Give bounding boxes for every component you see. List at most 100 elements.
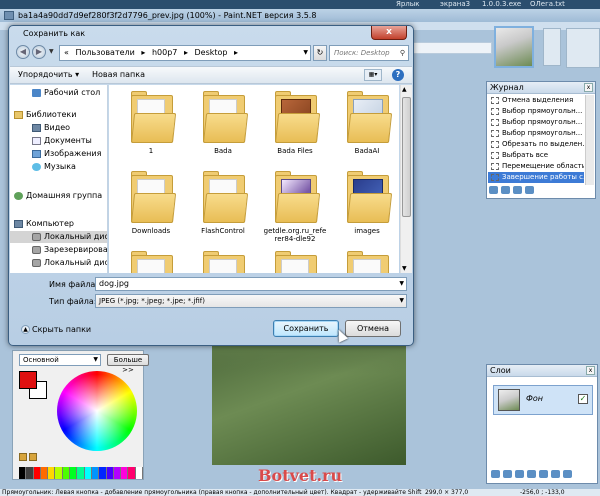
undo-icon[interactable]	[501, 186, 510, 194]
nav-item-libraries[interactable]: Библиотеки	[10, 109, 107, 121]
palette-more-button[interactable]: Больше >>	[107, 354, 149, 374]
image-tab-arrows[interactable]	[543, 28, 561, 66]
color-swatch[interactable]	[19, 467, 27, 479]
file-tile[interactable]: BadaAI	[333, 87, 399, 167]
color-swatch[interactable]	[26, 467, 34, 479]
merge-layer-icon[interactable]	[527, 470, 536, 478]
breadcrumb-item[interactable]: h00p7	[152, 48, 177, 57]
history-item[interactable]: Отмена выделения	[488, 95, 584, 106]
close-icon[interactable]: x	[584, 83, 593, 92]
file-tile[interactable]	[189, 247, 257, 273]
breadcrumb-separator[interactable]: ▸	[184, 48, 188, 57]
forward-button[interactable]: ▶	[32, 45, 46, 59]
scrollbar-thumb[interactable]	[402, 97, 411, 217]
nav-item-video[interactable]: Видео	[10, 122, 107, 134]
history-item[interactable]: Выбор прямоугольн...	[488, 117, 584, 128]
nav-item-documents[interactable]: Документы	[10, 135, 107, 147]
rewind-icon[interactable]	[489, 186, 498, 194]
file-name-input[interactable]: dog.jpg ▼	[95, 277, 407, 291]
nav-item-reserved[interactable]: Зарезервировано	[10, 244, 107, 256]
new-folder-button[interactable]: Новая папка	[92, 67, 145, 83]
breadcrumb-item[interactable]: Пользователи	[75, 48, 134, 57]
chevron-down-icon[interactable]: ▼	[399, 278, 404, 290]
color-swatch[interactable]	[33, 467, 41, 479]
layer-visibility-checkbox[interactable]: ✓	[578, 394, 588, 404]
history-item[interactable]: Выбор прямоугольн...	[488, 106, 584, 117]
search-input[interactable]: Поиск: Desktop ⚲	[329, 45, 409, 61]
file-type-select[interactable]: JPEG (*.jpg; *.jpeg; *.jpe; *.jfif) ▼	[95, 294, 407, 308]
add-layer-icon[interactable]	[491, 470, 500, 478]
paintnet-toolbar[interactable]	[412, 42, 492, 54]
color-swatch[interactable]	[70, 467, 78, 479]
nav-item-homegroup[interactable]: Домашняя группа	[10, 190, 107, 202]
color-swatch[interactable]	[40, 467, 49, 479]
color-swatch[interactable]	[62, 467, 71, 479]
address-bar[interactable]: « Пользователи ▸ h00p7 ▸ Desktop ▸ ▼	[59, 45, 311, 61]
color-wheel[interactable]	[57, 371, 137, 451]
move-down-icon[interactable]	[551, 470, 560, 478]
image-tab-thumbnail-secondary[interactable]	[566, 28, 600, 68]
hide-folders-toggle[interactable]: ▲ Скрыть папки	[21, 325, 91, 334]
delete-layer-icon[interactable]	[503, 470, 512, 478]
breadcrumb-separator[interactable]: ▸	[234, 48, 238, 57]
properties-icon[interactable]	[563, 470, 572, 478]
layer-row[interactable]: Фон ✓	[493, 385, 593, 415]
color-swatch[interactable]	[106, 467, 114, 479]
dialog-close-button[interactable]: x	[371, 26, 407, 40]
history-scrollbar[interactable]	[585, 95, 594, 185]
desktop-shortcut[interactable]: экрана3	[440, 0, 470, 8]
history-item[interactable]: Выбрать все	[488, 150, 584, 161]
primary-color-swatch[interactable]	[19, 371, 37, 389]
palette-icon[interactable]	[29, 453, 37, 461]
desktop-shortcut[interactable]: Ярлык	[396, 0, 420, 8]
refresh-button[interactable]: ↻	[313, 45, 327, 61]
history-item[interactable]: Выбор прямоугольн...	[488, 128, 584, 139]
scroll-up-icon[interactable]: ▲	[402, 86, 407, 93]
desktop-shortcut[interactable]: ОЛега.txt	[530, 0, 565, 8]
file-tile[interactable]	[261, 247, 329, 273]
duplicate-layer-icon[interactable]	[515, 470, 524, 478]
file-tile[interactable]	[333, 247, 399, 273]
move-up-icon[interactable]	[539, 470, 548, 478]
color-swatch[interactable]	[91, 467, 100, 479]
file-tile[interactable]	[117, 247, 185, 273]
palette-mode-select[interactable]: Основной ▼	[19, 354, 101, 366]
back-button[interactable]: ◀	[16, 45, 30, 59]
nav-item-music[interactable]: Музыка	[10, 161, 107, 173]
breadcrumb-overflow[interactable]: «	[64, 48, 69, 57]
nav-item-local-disk-c[interactable]: Локальный диск	[10, 231, 107, 243]
breadcrumb-separator[interactable]: ▸	[141, 48, 145, 57]
chevron-down-icon[interactable]: ▼	[399, 295, 404, 307]
redo-icon[interactable]	[513, 186, 522, 194]
desktop-shortcut[interactable]: 1.0.0.3.exe	[482, 0, 521, 8]
view-options-button[interactable]: ▦▾	[364, 69, 382, 81]
chevron-down-icon[interactable]: ▼	[303, 46, 308, 60]
color-swatch[interactable]	[121, 467, 129, 479]
canvas-image[interactable]	[212, 345, 406, 465]
file-tile[interactable]: getdle.org.ru_refe rer84-dle92	[261, 167, 329, 247]
cancel-button[interactable]: Отмена	[345, 320, 401, 337]
scroll-down-icon[interactable]: ▼	[402, 265, 407, 272]
file-tile[interactable]: FlashControl	[189, 167, 257, 247]
file-tile[interactable]: Bada	[189, 87, 257, 167]
image-tab-thumbnail[interactable]	[494, 26, 534, 68]
history-item[interactable]: Перемещение области	[488, 161, 584, 172]
file-tile[interactable]: Bada Files	[261, 87, 329, 167]
palette-icon[interactable]	[19, 453, 27, 461]
color-swatch[interactable]	[128, 467, 136, 479]
save-button[interactable]: Сохранить	[273, 320, 339, 337]
close-icon[interactable]: x	[586, 366, 595, 375]
file-tile[interactable]: Downloads	[117, 167, 185, 247]
nav-item-pictures[interactable]: Изображения	[10, 148, 107, 160]
history-item-selected[interactable]: Завершение работы с...	[488, 172, 584, 183]
file-tile[interactable]: 1	[117, 87, 185, 167]
color-swatch[interactable]	[135, 467, 144, 479]
color-swatch[interactable]	[48, 467, 56, 479]
nav-item-local-disk-d[interactable]: Локальный диск	[10, 257, 107, 269]
file-tile[interactable]: images	[333, 167, 399, 247]
breadcrumb-item[interactable]: Desktop	[195, 48, 228, 57]
chevron-down-icon[interactable]: ▼	[49, 48, 54, 55]
help-button[interactable]: ?	[392, 69, 404, 81]
fast-forward-icon[interactable]	[525, 186, 534, 194]
color-swatch[interactable]	[55, 467, 63, 479]
